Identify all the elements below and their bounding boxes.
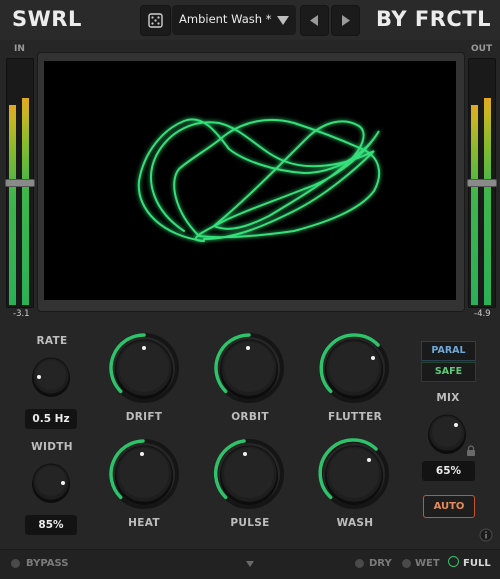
pulse-knob[interactable] <box>213 439 284 509</box>
flutter-knob[interactable] <box>319 333 389 403</box>
wet-label[interactable]: WET <box>415 558 440 569</box>
wash-label: WASH <box>336 517 374 529</box>
flutter-label: FLUTTER <box>328 411 382 423</box>
full-indicator[interactable] <box>448 556 459 567</box>
drift-indicator <box>142 346 146 350</box>
info-icon[interactable] <box>479 528 493 542</box>
mix-knob[interactable] <box>428 414 466 454</box>
orbit-label: ORBIT <box>231 411 269 423</box>
pulse-indicator <box>243 452 247 456</box>
rate-value[interactable]: 0.5 Hz <box>25 409 77 429</box>
orbit-indicator <box>246 346 250 350</box>
rate-label: RATE <box>36 335 68 347</box>
wet-indicator[interactable] <box>402 559 411 568</box>
dry-label[interactable]: DRY <box>369 558 392 569</box>
mix-value[interactable]: 65% <box>422 461 475 481</box>
safe-button[interactable]: SAFE <box>421 362 476 382</box>
dry-indicator[interactable] <box>355 559 364 568</box>
bypass-label[interactable]: BYPASS <box>26 558 68 569</box>
heat-label: HEAT <box>128 517 160 529</box>
wash-indicator <box>367 458 371 462</box>
auto-button[interactable]: AUTO <box>423 495 475 518</box>
paral-button[interactable]: PARAL <box>421 341 476 361</box>
flutter-indicator <box>371 356 375 360</box>
rate-knob[interactable] <box>32 357 70 397</box>
expand-chevron-icon[interactable] <box>245 560 255 568</box>
width-value[interactable]: 85% <box>25 515 77 535</box>
full-label[interactable]: FULL <box>463 558 491 569</box>
wash-knob[interactable] <box>318 438 389 509</box>
drift-knob[interactable] <box>109 333 179 403</box>
lock-icon[interactable] <box>466 445 476 457</box>
pulse-label: PULSE <box>230 517 270 529</box>
width-label: WIDTH <box>31 441 73 453</box>
heat-indicator <box>140 452 144 456</box>
width-knob[interactable] <box>32 463 70 503</box>
knob-layer <box>32 333 466 509</box>
mix-indicator <box>454 423 458 427</box>
heat-knob[interactable] <box>109 439 179 509</box>
rate-indicator <box>37 375 41 379</box>
drift-label: DRIFT <box>125 411 163 423</box>
width-indicator <box>61 481 65 485</box>
orbit-knob[interactable] <box>214 333 284 403</box>
mix-label: MIX <box>436 392 460 404</box>
bypass-indicator[interactable] <box>11 559 20 568</box>
